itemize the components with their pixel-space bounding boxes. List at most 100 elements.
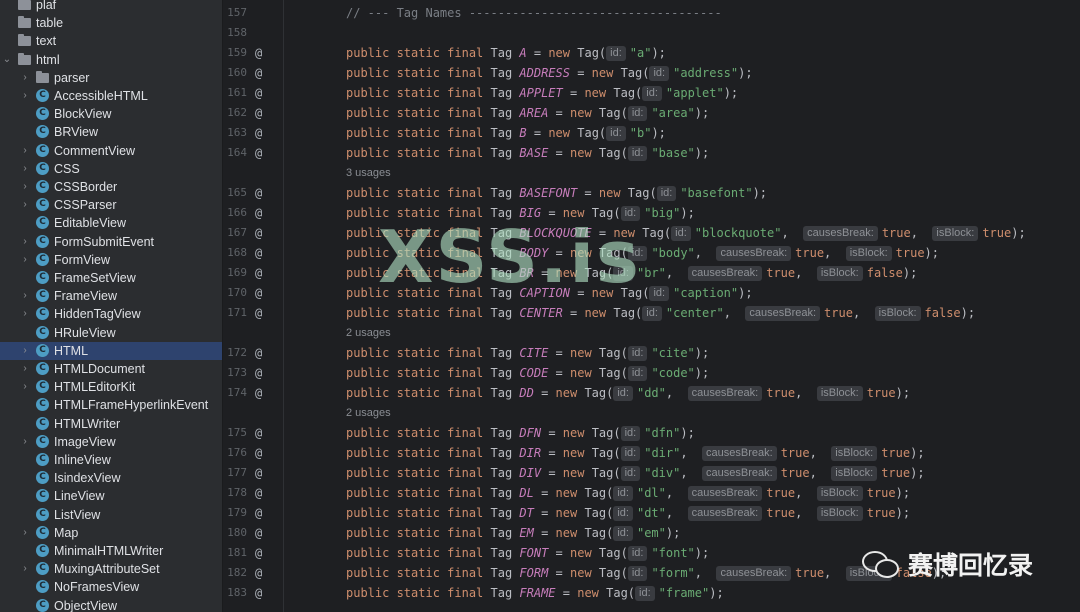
chevron-down-icon[interactable]: ⌄ <box>2 51 12 69</box>
chevron-right-icon[interactable]: › <box>20 305 30 323</box>
param-hint: isBlock: <box>816 486 863 501</box>
chevron-right-icon[interactable]: › <box>20 87 30 105</box>
annotation-marker-icon[interactable]: @ <box>255 343 262 363</box>
modifiers: public static final <box>346 366 484 380</box>
annotation-marker-icon[interactable]: @ <box>255 43 262 63</box>
annotation-marker-icon[interactable]: @ <box>255 103 262 123</box>
tree-item-plaf[interactable]: plaf <box>0 0 222 14</box>
tree-item-html[interactable]: › C HTML <box>0 341 222 360</box>
tree-item-formview[interactable]: › C FormView <box>0 251 222 269</box>
annotation-marker-icon[interactable]: @ <box>255 143 262 163</box>
tree-item-hruleview[interactable]: C HRuleView <box>0 324 222 342</box>
annotation-marker-icon[interactable]: @ <box>255 503 262 523</box>
tree-item-label: FormSubmitEvent <box>54 234 155 249</box>
tree-item-formsubmitevent[interactable]: › C FormSubmitEvent <box>0 233 222 251</box>
chevron-right-icon[interactable]: › <box>20 287 30 305</box>
chevron-right-icon[interactable]: › <box>20 342 30 360</box>
tree-item-htmlwriter[interactable]: C HTMLWriter <box>0 415 222 433</box>
tag-field-name: DIV <box>519 466 542 480</box>
tree-item-html[interactable]: ⌄ html <box>0 51 222 69</box>
annotation-marker-icon[interactable]: @ <box>255 463 262 483</box>
annotation-marker-icon[interactable]: @ <box>255 543 262 563</box>
chevron-right-icon[interactable]: › <box>20 69 30 87</box>
tree-item-accessiblehtml[interactable]: › C AccessibleHTML <box>0 87 222 105</box>
chevron-right-icon[interactable]: › <box>20 178 30 196</box>
causes-break-value: true <box>766 486 796 500</box>
annotation-marker-icon[interactable]: @ <box>255 303 262 323</box>
param-hint: id: <box>606 126 626 141</box>
tree-item-label: ListView <box>54 507 101 522</box>
param-hint: id: <box>620 206 641 221</box>
annotation-marker-icon[interactable]: @ <box>255 443 262 463</box>
chevron-right-icon[interactable]: › <box>20 251 30 269</box>
annotation-marker-icon[interactable]: @ <box>255 523 262 543</box>
annotation-marker-icon[interactable]: @ <box>255 243 262 263</box>
chevron-right-icon[interactable]: › <box>20 196 30 214</box>
tree-item-noframesview[interactable]: C NoFramesView <box>0 578 222 596</box>
annotation-marker-icon[interactable]: @ <box>255 183 262 203</box>
code-line: public static final Tag DIV = new Tag(id… <box>346 466 925 481</box>
tree-item-map[interactable]: › C Map <box>0 524 222 542</box>
annotation-marker-icon[interactable]: @ <box>255 123 262 143</box>
is-block-value: true <box>895 246 925 260</box>
annotation-marker-icon[interactable]: @ <box>255 283 262 303</box>
annotation-marker-icon[interactable]: @ <box>255 423 262 443</box>
chevron-right-icon[interactable]: › <box>20 360 30 378</box>
chevron-right-icon[interactable]: › <box>20 160 30 178</box>
tree-item-hiddentagview[interactable]: › C HiddenTagView <box>0 305 222 323</box>
chevron-right-icon[interactable]: › <box>20 560 30 578</box>
code-editor[interactable]: // --- Tag Names -----------------------… <box>284 0 1080 612</box>
usages-hint[interactable]: 3 usages <box>346 166 391 180</box>
annotation-marker-icon[interactable]: @ <box>255 203 262 223</box>
tree-item-cssborder[interactable]: › C CSSBorder <box>0 178 222 196</box>
tree-item-minimalhtmlwriter[interactable]: C MinimalHTMLWriter <box>0 542 222 560</box>
annotation-marker-icon[interactable]: @ <box>255 263 262 283</box>
annotation-marker-icon[interactable]: @ <box>255 383 262 403</box>
usages-hint[interactable]: 2 usages <box>346 406 391 420</box>
tree-item-imageview[interactable]: › C ImageView <box>0 433 222 451</box>
tree-item-htmlframehyperlinkevent[interactable]: C HTMLFrameHyperlinkEvent <box>0 396 222 414</box>
new-keyword: new <box>570 146 592 160</box>
chevron-right-icon[interactable]: › <box>20 433 30 451</box>
tree-item-parser[interactable]: › parser <box>0 69 222 87</box>
chevron-right-icon[interactable]: › <box>20 378 30 396</box>
annotation-marker-icon[interactable]: @ <box>255 223 262 243</box>
tree-item-isindexview[interactable]: C IsindexView <box>0 469 222 487</box>
annotation-marker-icon[interactable]: @ <box>255 83 262 103</box>
param-hint: id: <box>649 286 670 301</box>
tag-id-string: "applet" <box>665 86 724 100</box>
tag-field-name: BASE <box>519 146 549 160</box>
chevron-right-icon[interactable]: › <box>20 233 30 251</box>
tree-item-css[interactable]: › C CSS <box>0 160 222 178</box>
tree-item-cssparser[interactable]: › C CSSParser <box>0 196 222 214</box>
tree-item-htmleditorkit[interactable]: › C HTMLEditorKit <box>0 378 222 396</box>
annotation-marker-icon[interactable]: @ <box>255 563 262 583</box>
tree-item-brview[interactable]: C BRView <box>0 123 222 141</box>
new-keyword: new <box>577 586 599 600</box>
tag-field-name: BLOCKQUOTE <box>519 226 592 240</box>
modifiers: public static final <box>346 206 484 220</box>
tree-item-lineview[interactable]: C LineView <box>0 487 222 505</box>
annotation-marker-icon[interactable]: @ <box>255 583 262 603</box>
usages-hint[interactable]: 2 usages <box>346 326 391 340</box>
tree-item-htmldocument[interactable]: › C HTMLDocument <box>0 360 222 378</box>
tree-item-inlineview[interactable]: C InlineView <box>0 451 222 469</box>
modifiers: public static final <box>346 526 484 540</box>
tree-item-frameview[interactable]: › C FrameView <box>0 287 222 305</box>
tag-id-string: "body" <box>651 246 695 260</box>
tree-item-listview[interactable]: C ListView <box>0 506 222 524</box>
tree-item-commentview[interactable]: › C CommentView <box>0 142 222 160</box>
tree-item-blockview[interactable]: C BlockView <box>0 105 222 123</box>
tree-item-framesetview[interactable]: C FrameSetView <box>0 269 222 287</box>
tree-item-table[interactable]: table <box>0 14 222 32</box>
annotation-marker-icon[interactable]: @ <box>255 363 262 383</box>
chevron-right-icon[interactable]: › <box>20 524 30 542</box>
tree-item-objectview[interactable]: C ObjectView <box>0 597 222 612</box>
param-hint: id: <box>613 266 633 281</box>
annotation-marker-icon[interactable]: @ <box>255 63 262 83</box>
tree-item-muxingattributeset[interactable]: › C MuxingAttributeSet <box>0 560 222 578</box>
annotation-marker-icon[interactable]: @ <box>255 483 262 503</box>
tree-item-text[interactable]: text <box>0 32 222 50</box>
chevron-right-icon[interactable]: › <box>20 142 30 160</box>
tree-item-editableview[interactable]: C EditableView <box>0 214 222 232</box>
